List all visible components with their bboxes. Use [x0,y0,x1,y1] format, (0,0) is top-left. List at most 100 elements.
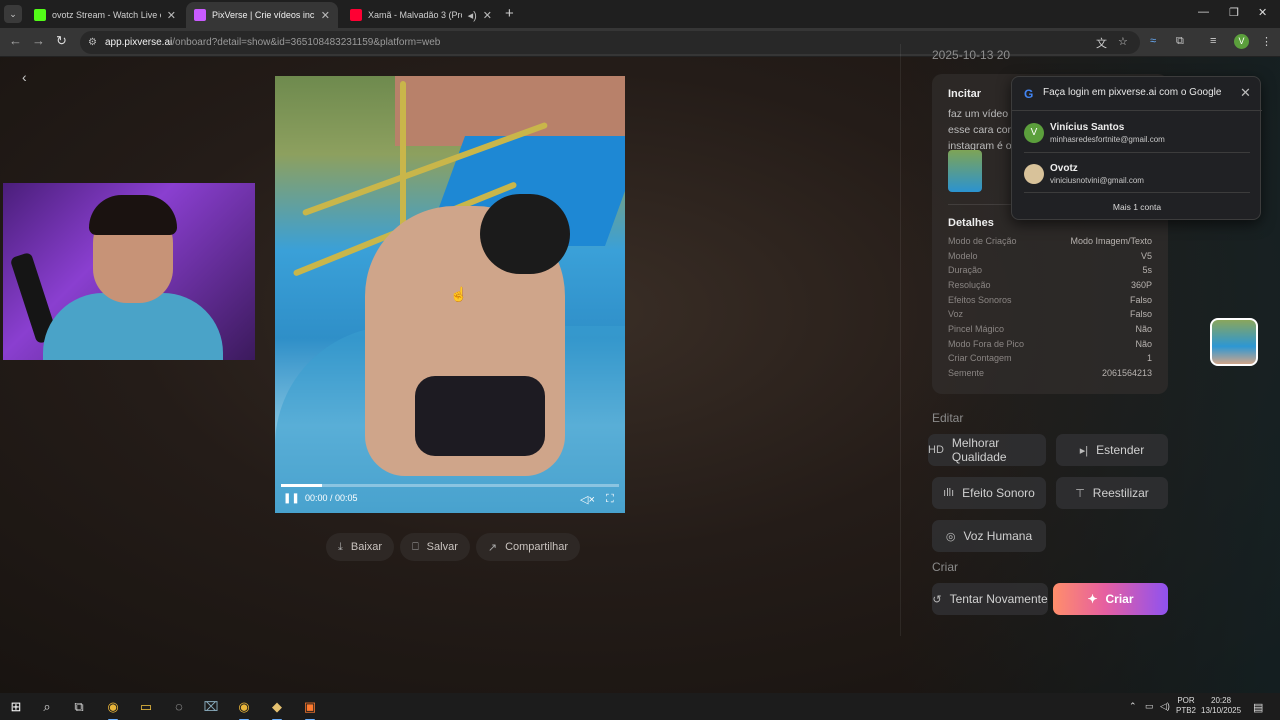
download-button[interactable]: ⤓ Baixar [326,533,395,561]
detail-value: 1 [1146,353,1152,363]
prompt-label: Incitar [948,88,982,100]
tray-overflow-icon[interactable]: ⌃ [1129,701,1137,712]
youtube-favicon-icon [350,9,362,21]
video-progress-bar[interactable] [281,484,619,487]
restyle-label: Reestilizar [1092,486,1149,500]
tab-title: PixVerse | Crie vídeos incríveis c [212,10,315,20]
url-host: app.pixverse.ai [104,37,173,48]
editor-app-icon[interactable]: ▣ [301,698,319,720]
video-actions: ⤓ Baixar ⎕ Salvar ↗ Compartilhar [326,533,581,561]
browser-toolbar: ← → ↻ ⚙ app.pixverse.ai/onboard?detail=s… [0,28,1280,57]
restore-icon[interactable]: ❐ [1229,6,1239,19]
improve-quality-button[interactable]: HD Melhorar Qualidade [928,434,1046,466]
system-clock[interactable]: 20:28 13/10/2025 [1201,696,1241,716]
extend-button[interactable]: ▸| Estender [1056,434,1168,466]
language-indicator[interactable]: POR PTB2 [1176,696,1196,716]
tab-kick-stream[interactable]: ovotz Stream - Watch Live on K ✕ [26,2,184,28]
detail-key: Voz [948,309,964,319]
bookmark-star-icon[interactable]: ☆ [1118,35,1128,48]
detail-row: Modelo V5 [948,251,1152,261]
back-icon[interactable]: ← [9,33,22,48]
detail-key: Modo de Criação [948,236,1017,246]
mute-icon[interactable]: ◁× [580,493,595,506]
url-path: /onboard?detail=show&id=365108483231159&… [172,37,441,48]
app-icon[interactable]: ◆ [268,698,286,720]
detail-key: Semente [948,368,985,378]
back-arrow-icon[interactable]: ‹ [22,69,27,85]
detail-value: 2061564213 [1101,368,1152,378]
brush-icon: ⊤ [1075,487,1085,500]
sound-effect-button[interactable]: ıllı Efeito Sonoro [932,477,1046,509]
network-icon[interactable]: ▭ [1145,701,1154,712]
translate-icon[interactable]: 文 [1096,35,1107,51]
sparkle-icon: ✦ [1087,592,1098,606]
minimize-icon[interactable]: — [1198,6,1209,18]
chrome-profile-icon[interactable]: ◉ [235,698,253,720]
search-icon[interactable]: ⌕ [38,698,56,716]
speaker-icon[interactable]: ◂) [468,9,477,22]
tab-youtube-xama[interactable]: Xamã - Malvadão 3 (Prod. L ◂) ✕ [342,2,500,28]
google-account-vinicius[interactable]: V Vinícius Santos minhasredesfortnite@gm… [1024,117,1250,155]
fullscreen-icon[interactable]: ⛶ [606,493,614,506]
clock-date: 13/10/2025 [1201,706,1242,715]
extensions-puzzle-icon[interactable]: ⧉ [1176,35,1184,48]
extend-label: Estender [1096,443,1145,457]
forward-icon[interactable]: → [32,33,45,48]
obs-icon[interactable]: ◌ [170,698,188,716]
create-section-label: Criar [932,560,958,574]
terminal-icon[interactable]: ⌧ [202,698,220,716]
detail-value: Não [1135,324,1152,334]
tab-pixverse[interactable]: PixVerse | Crie vídeos incríveis c ✕ [186,2,338,28]
edit-section-label: Editar [932,411,964,425]
chrome-menu-icon[interactable]: ⋮ [1261,35,1272,48]
extension-pixverse-icon[interactable]: ≈ [1150,35,1156,47]
profile-avatar[interactable]: V [1234,34,1249,49]
windows-start-icon[interactable]: ⊞ [7,698,25,716]
retry-label: Tentar Novamente [949,592,1048,606]
detail-value: 360P [1130,280,1152,290]
notifications-icon[interactable]: ▤ [1253,701,1263,714]
tab-search-chevron-icon[interactable]: ⌄ [4,5,22,23]
detail-row: Efeitos Sonoros Falso [948,295,1152,305]
divider [1024,152,1250,153]
volume-icon[interactable]: ◁) [1160,701,1170,712]
download-icon: ⤓ [338,540,343,553]
detail-key: Criar Contagem [948,353,1012,363]
task-view-icon[interactable]: ⧉ [70,698,88,716]
lips-icon: ◎ [945,530,956,543]
detail-row: Voz Falso [948,309,1152,319]
generation-date: 2025-10-13 20 [932,48,1011,62]
create-button[interactable]: ✦ Criar [1053,583,1168,615]
restyle-button[interactable]: ⊤ Reestilizar [1056,477,1168,509]
file-explorer-icon[interactable]: ▭ [137,698,155,716]
tab-close-icon[interactable]: ✕ [483,9,492,22]
bookmark-icon: ⎕ [412,540,419,553]
windows-taskbar: ⊞ ⌕ ⧉ ◉ ▭ ◌ ⌧ ◉ ◆ ▣ ⌃ ▭ ◁) POR PTB2 20:2… [0,693,1280,720]
detail-value: V5 [1140,251,1152,261]
media-controls-icon[interactable]: ≡ [1210,35,1216,47]
new-tab-button[interactable]: + [505,5,514,22]
window-close-icon[interactable]: ✕ [1258,6,1267,19]
reload-icon[interactable]: ↻ [56,33,67,49]
account-name: Ovotz [1050,163,1078,174]
pause-icon[interactable]: ❚❚ [283,493,300,504]
site-settings-icon[interactable]: ⚙ [88,37,97,48]
close-icon[interactable]: ✕ [1240,85,1251,101]
panel-divider [900,44,901,636]
human-voice-button[interactable]: ◎ Voz Humana [932,520,1046,552]
generation-thumbnail[interactable] [1210,318,1258,366]
more-accounts-link[interactable]: Mais 1 conta [1012,202,1262,212]
detail-row: Pincel Mágico Não [948,324,1152,334]
sound-wave-icon: ıllı [943,487,955,499]
reference-image-thumbnail[interactable] [948,150,982,192]
tab-close-icon[interactable]: ✕ [321,9,330,22]
google-signin-popup: G Faça login em pixverse.ai com o Google… [1011,76,1262,220]
language-bottom: PTB2 [1176,706,1197,715]
share-button[interactable]: ↗ Compartilhar [475,533,581,561]
chrome-icon[interactable]: ◉ [104,698,122,720]
retry-button[interactable]: ↺ Tentar Novamente [932,583,1048,615]
google-account-ovotz[interactable]: Ovotz viniciusnotvini@gmail.com [1024,158,1250,196]
save-button[interactable]: ⎕ Salvar [400,533,470,561]
tab-close-icon[interactable]: ✕ [167,9,176,22]
account-avatar: V [1024,123,1044,143]
